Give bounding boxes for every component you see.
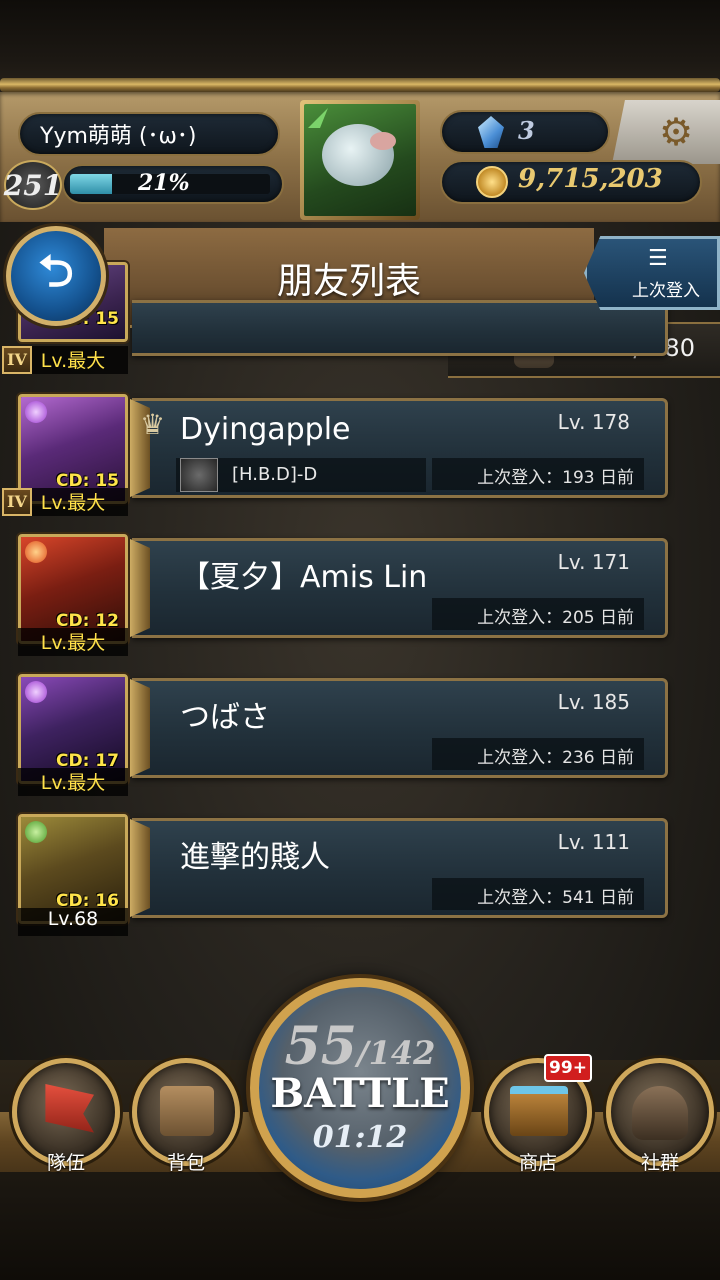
shop-notification-badge: 99+	[544, 1054, 592, 1082]
card-art: CD: 16	[21, 817, 125, 921]
settings-button[interactable]: ⚙	[612, 100, 720, 164]
last-login: 上次登入：205 日前	[432, 598, 644, 630]
card-level: Lv.最大	[18, 346, 128, 374]
card-level: Lv.最大	[18, 628, 128, 656]
battle-label: BATTLE	[270, 1070, 450, 1117]
coin-icon	[476, 166, 508, 198]
pig-avatar-art	[304, 104, 416, 216]
wood-attribute-icon	[308, 108, 328, 128]
team-label: 隊伍	[46, 1152, 85, 1174]
friend-name: つばさ	[180, 700, 270, 735]
page-title: 朋友列表	[276, 261, 421, 302]
exp-bar-fill	[70, 174, 112, 194]
guild-emblem-icon	[180, 458, 218, 492]
row-ornament	[128, 538, 150, 638]
player-level-badge: 251	[4, 160, 62, 210]
list-icon: ☰	[648, 246, 668, 271]
dark-attribute-icon	[25, 681, 47, 703]
back-arrow-icon: ⮌	[38, 245, 74, 297]
crown-icon: ♛	[140, 408, 166, 441]
shop-label: 商店	[518, 1152, 557, 1174]
card-level: Lv.68	[18, 908, 128, 936]
social-label: 社群	[640, 1152, 679, 1174]
bag-icon	[160, 1086, 214, 1136]
last-login: 上次登入：193 日前	[432, 458, 644, 490]
leader-avatar[interactable]	[300, 100, 420, 220]
card-art: CD: 12	[21, 537, 125, 641]
back-button[interactable]: ⮌	[6, 226, 106, 326]
last-login: 上次登入：236 日前	[432, 738, 644, 770]
fire-attribute-icon	[25, 541, 47, 563]
friend-name: 進擊的賤人	[180, 840, 330, 875]
stamina-current: 55	[284, 1016, 357, 1077]
bag-label: 背包	[166, 1152, 205, 1174]
card-level: Lv.最大	[18, 488, 128, 516]
player-name: Yym萌萌 (･ω･)	[40, 124, 197, 149]
card-art: CD: 15	[21, 397, 125, 501]
sort-button-label: 上次登入	[632, 281, 700, 301]
rank-badge: IV	[2, 488, 32, 516]
friend-level: Lv. 178	[557, 410, 630, 434]
card-art: CD: 17	[21, 677, 125, 781]
stamina-readout: 55/142	[250, 1016, 470, 1077]
row-ornament	[128, 678, 150, 778]
last-login: 上次登入：541 日前	[432, 878, 644, 910]
friend-row-partial[interactable]	[132, 300, 668, 356]
friend-name: Dyingapple	[180, 412, 351, 447]
dark-attribute-icon	[25, 401, 47, 423]
treasure-chest-icon	[510, 1086, 568, 1136]
people-icon	[632, 1086, 688, 1140]
rank-badge: IV	[2, 346, 32, 374]
friend-level: Lv. 171	[557, 550, 630, 574]
wood-attribute-icon	[25, 821, 47, 843]
stamina-timer: 01:12	[312, 1120, 408, 1155]
coin-count: 9,715,203	[518, 164, 663, 194]
gear-icon: ⚙	[658, 110, 694, 154]
gem-count: 3	[518, 116, 535, 145]
friend-level: Lv. 185	[557, 690, 630, 714]
pig-snout	[370, 132, 396, 150]
guild-name: [H.B.D]-D	[232, 464, 318, 485]
friend-level: Lv. 111	[557, 830, 630, 854]
header-gold-frame	[0, 78, 720, 92]
stamina-max: /142	[356, 1034, 436, 1072]
row-ornament	[128, 818, 150, 918]
friend-name: 【夏夕】Amis Lin	[180, 560, 428, 595]
exp-percent: 21%	[138, 170, 190, 196]
card-level: Lv.最大	[18, 768, 128, 796]
